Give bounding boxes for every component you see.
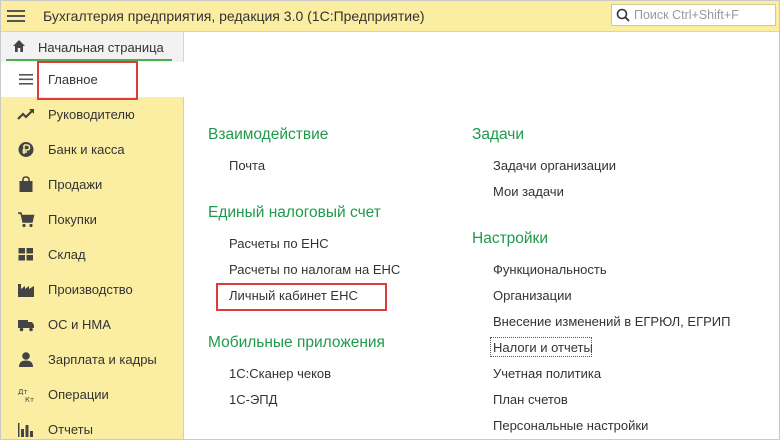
sidebar-item-operations[interactable]: Дт Кт Операции: [1, 377, 184, 412]
group-title-interaction: Взаимодействие: [208, 126, 329, 143]
main-content: Взаимодействие Почта Единый налоговый сч…: [185, 62, 779, 439]
ruble-coin-icon: [18, 142, 34, 157]
link-my-tasks[interactable]: Мои задачи: [493, 184, 564, 199]
sidebar-item-label: Производство: [48, 282, 133, 297]
sidebar-item-reports[interactable]: Отчеты: [1, 412, 184, 439]
app-title: Бухгалтерия предприятия, редакция 3.0 (1…: [43, 8, 425, 24]
link-org-tasks[interactable]: Задачи организации: [493, 158, 616, 173]
search-icon: [616, 8, 630, 22]
link-chart-of-accounts[interactable]: План счетов: [493, 392, 568, 407]
highlight-main-section: [37, 61, 138, 100]
search-placeholder: Поиск Ctrl+Shift+F: [634, 8, 739, 22]
shopping-cart-icon: [18, 212, 35, 228]
sidebar-item-label: Банк и касса: [48, 142, 125, 157]
link-epd[interactable]: 1С-ЭПД: [229, 392, 277, 407]
link-accounting-policy[interactable]: Учетная политика: [493, 366, 601, 381]
link-organizations[interactable]: Организации: [493, 288, 572, 303]
sidebar-item-label: Руководителю: [48, 107, 135, 122]
tab-bar: Начальная страница: [1, 32, 779, 62]
group-title-tasks: Задачи: [472, 126, 525, 143]
sidebar-item-label: Операции: [48, 387, 109, 402]
main-menu-icon[interactable]: [7, 8, 25, 24]
sidebar-item-label: Склад: [48, 247, 86, 262]
svg-text:Кт: Кт: [25, 396, 34, 403]
sidebar-item-label: Покупки: [48, 212, 97, 227]
link-ens-tax-settlements[interactable]: Расчеты по налогам на ЕНС: [229, 262, 400, 277]
link-personal-settings[interactable]: Персональные настройки: [493, 418, 648, 433]
app-window: Бухгалтерия предприятия, редакция 3.0 (1…: [0, 0, 780, 440]
debit-credit-icon: Дт Кт: [18, 388, 34, 403]
truck-icon: [18, 320, 34, 332]
link-functionality[interactable]: Функциональность: [493, 262, 607, 277]
search-input[interactable]: Поиск Ctrl+Shift+F: [611, 4, 776, 26]
sidebar-item-label: Зарплата и кадры: [48, 352, 157, 367]
group-title-mobile-apps: Мобильные приложения: [208, 334, 385, 351]
group-title-settings: Настройки: [472, 230, 549, 247]
sections-sidebar: Главное Руководителю Банк и касса Продаж…: [1, 62, 184, 439]
link-egrul-changes[interactable]: Внесение изменений в ЕГРЮЛ, ЕГРИП: [493, 314, 730, 329]
sidebar-item-manager[interactable]: Руководителю: [1, 97, 184, 132]
sidebar-item-label: ОС и НМА: [48, 317, 111, 332]
sidebar-item-fixed-assets[interactable]: ОС и НМА: [1, 307, 184, 342]
sidebar-item-production[interactable]: Производство: [1, 272, 184, 307]
menu-lines-icon: [19, 74, 33, 85]
link-mail[interactable]: Почта: [229, 158, 265, 173]
sidebar-item-warehouse[interactable]: Склад: [1, 237, 184, 272]
factory-icon: [18, 284, 34, 297]
sidebar-item-salary[interactable]: Зарплата и кадры: [1, 342, 184, 377]
shopping-bag-icon: [19, 176, 33, 192]
bar-chart-icon: [18, 423, 33, 437]
trend-chart-icon: [17, 109, 34, 120]
focus-outline: [490, 337, 592, 357]
tab-home-label: Начальная страница: [38, 40, 164, 55]
sidebar-item-purchases[interactable]: Покупки: [1, 202, 184, 237]
sidebar-item-label: Продажи: [48, 177, 103, 192]
tab-home[interactable]: Начальная страница: [1, 32, 184, 62]
link-receipt-scanner[interactable]: 1С:Сканер чеков: [229, 366, 331, 381]
svg-text:Дт: Дт: [18, 388, 28, 396]
group-title-ens: Единый налоговый счет: [208, 204, 381, 221]
warehouse-grid-icon: [18, 248, 33, 261]
sidebar-item-bank[interactable]: Банк и касса: [1, 132, 184, 167]
person-icon: [19, 352, 33, 367]
highlight-ens-personal-account: [216, 283, 387, 311]
title-bar: Бухгалтерия предприятия, редакция 3.0 (1…: [1, 1, 779, 32]
home-icon: [13, 40, 25, 52]
sidebar-item-label: Отчеты: [48, 422, 93, 437]
link-ens-settlements[interactable]: Расчеты по ЕНС: [229, 236, 329, 251]
sidebar-item-sales[interactable]: Продажи: [1, 167, 184, 202]
